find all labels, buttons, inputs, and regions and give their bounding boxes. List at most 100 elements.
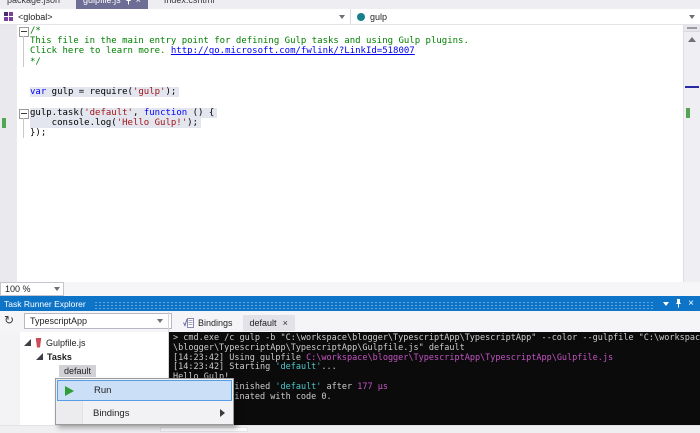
fold-margin xyxy=(17,108,30,118)
chevron-down-icon[interactable] xyxy=(339,15,345,19)
tab-label: package.json xyxy=(7,0,60,5)
code-text: }); xyxy=(30,128,46,138)
global-scope-icon xyxy=(4,12,13,21)
splitter-handle[interactable] xyxy=(684,25,700,32)
console-output[interactable]: > cmd.exe /c gulp -b "C:\workspace\blogg… xyxy=(169,332,700,426)
document-tab-package-json[interactable]: package.json xyxy=(0,0,67,9)
fold-margin xyxy=(17,36,30,46)
change-tracking-bar xyxy=(2,118,6,128)
code-link[interactable]: http://go.microsoft.com/fwlink/?LinkId=5… xyxy=(171,46,415,56)
chevron-down-icon[interactable] xyxy=(54,287,60,291)
editor-vertical-scrollbar[interactable] xyxy=(683,25,700,282)
tre-tab-default[interactable]: default × xyxy=(243,315,295,331)
pin-icon[interactable] xyxy=(675,299,682,308)
code-text: gulp.task('default', function () { xyxy=(30,108,217,118)
console-text: [14:23:42] Using gulpfile xyxy=(173,353,306,363)
code-line[interactable]: This file in the main entry point for de… xyxy=(17,36,684,46)
document-tab-Index-cshtml[interactable]: Index.cshtml xyxy=(157,0,222,9)
tre-tab-strip: Bindings default × xyxy=(176,313,295,332)
console-text: after xyxy=(321,382,357,392)
editor-bottom-bar: 100 % xyxy=(0,282,700,296)
window-position-icon[interactable] xyxy=(663,302,669,306)
editor-gutter xyxy=(0,25,17,282)
pin-icon[interactable] xyxy=(125,0,132,5)
code-line[interactable]: gulp.task('default', function () { xyxy=(17,108,684,118)
scrollbar-thumb[interactable] xyxy=(160,427,248,432)
context-menu: RunBindings xyxy=(55,378,234,425)
method-icon xyxy=(357,13,365,21)
code-token: 'Hello Gulp!' xyxy=(117,118,187,128)
project-dropdown-value: TypescriptApp xyxy=(30,316,87,326)
code-token: var xyxy=(30,87,46,97)
refresh-icon[interactable]: ↻ xyxy=(4,313,14,327)
code-token: /* xyxy=(30,26,41,36)
menu-item-bindings[interactable]: Bindings xyxy=(56,402,233,424)
tab-label: default xyxy=(250,318,277,328)
code-token: , xyxy=(133,108,144,118)
expander-icon[interactable] xyxy=(24,339,31,346)
console-text: > cmd.exe /c gulp -b "C:\workspace\blogg… xyxy=(173,333,700,343)
code-editor[interactable]: /*This file in the main entry point for … xyxy=(0,25,684,282)
project-dropdown[interactable]: TypescriptApp xyxy=(24,313,172,329)
member-dropdown[interactable]: gulp xyxy=(351,9,700,24)
code-line[interactable] xyxy=(17,77,684,87)
code-text: Click here to learn more. http://go.micr… xyxy=(30,46,415,56)
code-line[interactable]: /* xyxy=(17,26,684,36)
tre-tab-bindings[interactable]: Bindings xyxy=(176,315,240,331)
menu-item-run[interactable]: Run xyxy=(57,380,232,401)
tab-label: gulpfile.js xyxy=(83,0,121,5)
expander-icon[interactable] xyxy=(36,353,43,360)
code-line[interactable] xyxy=(17,97,684,107)
task-tree: Gulpfile.js Tasks default xyxy=(0,332,168,377)
editor-navigation-bar: <global> gulp xyxy=(0,9,700,25)
tab-label: Index.cshtml xyxy=(164,0,215,5)
chevron-down-icon[interactable] xyxy=(689,15,695,19)
code-token: () { xyxy=(187,108,214,118)
tree-item-default[interactable]: default xyxy=(0,364,168,377)
code-token: }); xyxy=(30,128,46,138)
code-line[interactable] xyxy=(17,67,684,77)
code-line[interactable]: var gulp = require('gulp'); xyxy=(17,87,684,97)
zoom-level-dropdown[interactable]: 100 % xyxy=(0,282,64,296)
code-line[interactable]: }); xyxy=(17,128,684,138)
chevron-down-icon[interactable] xyxy=(157,319,163,323)
tool-window-title: Task Runner Explorer xyxy=(4,299,86,309)
code-text: */ xyxy=(30,57,41,67)
code-text: This file in the main entry point for de… xyxy=(30,36,469,46)
tool-window-titlebar[interactable]: Task Runner Explorer × xyxy=(0,296,700,311)
zoom-level-value: 100 % xyxy=(5,284,31,294)
fold-margin xyxy=(17,67,30,77)
scroll-up-icon[interactable] xyxy=(688,37,696,42)
document-tab-gulpfile-js[interactable]: gulpfile.js × xyxy=(76,0,148,9)
tree-label: Tasks xyxy=(47,352,72,362)
code-token: This file in the main entry point for de… xyxy=(30,36,469,46)
console-text: 177 μs xyxy=(357,382,388,392)
vs-window: package.json gulpfile.js × Index.cshtml <gl… xyxy=(0,0,700,433)
code-line[interactable]: */ xyxy=(17,57,684,67)
submenu-arrow-icon xyxy=(220,409,225,417)
code-text: console.log('Hello Gulp!'); xyxy=(30,118,201,128)
close-icon[interactable]: × xyxy=(688,299,694,309)
tree-item-tasks[interactable]: Tasks xyxy=(0,350,168,363)
tree-item-gulpfile-js[interactable]: Gulpfile.js xyxy=(0,336,168,349)
fold-margin xyxy=(17,97,30,107)
horizontal-scrollbar[interactable] xyxy=(0,425,700,433)
titlebar-drag-texture xyxy=(94,301,655,309)
scope-dropdown[interactable]: <global> xyxy=(0,9,351,24)
console-line: [14:23:42] Starting 'default'... xyxy=(173,363,700,373)
fold-margin xyxy=(17,118,30,128)
close-icon[interactable]: × xyxy=(136,0,141,5)
console-text: [14:23:42] Starting xyxy=(173,362,275,372)
code-token: */ xyxy=(30,57,41,67)
change-marker xyxy=(686,108,690,118)
code-line[interactable]: Click here to learn more. http://go.micr… xyxy=(17,46,684,56)
tree-label: Gulpfile.js xyxy=(46,338,86,348)
code-text: /* xyxy=(30,26,41,36)
close-icon[interactable]: × xyxy=(283,318,288,328)
console-text: ... xyxy=(321,362,336,372)
fold-guide-line xyxy=(23,128,24,138)
caret-position-marker xyxy=(685,86,699,88)
task-tree-panel[interactable]: Gulpfile.jsTasksdefault RunBindings xyxy=(0,332,168,426)
code-line[interactable]: console.log('Hello Gulp!'); xyxy=(17,118,684,128)
code-area[interactable]: /*This file in the main entry point for … xyxy=(17,26,684,138)
